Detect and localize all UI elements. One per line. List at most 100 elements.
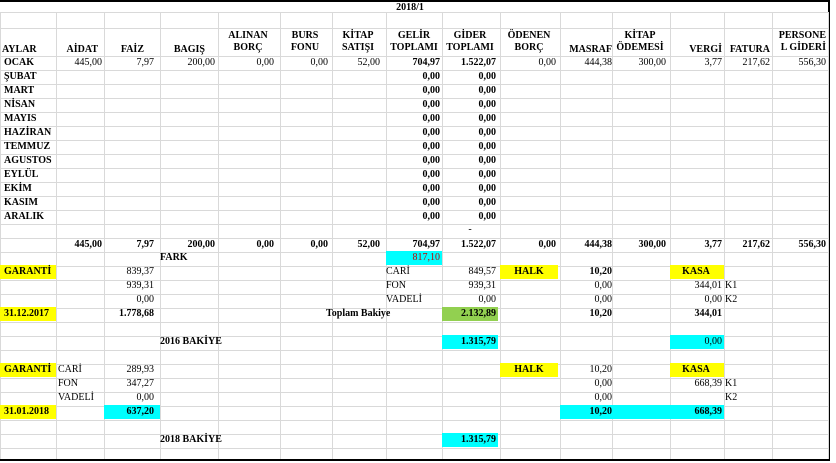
header-faiz: FAİZ	[120, 44, 144, 55]
month-name: KASIM	[4, 197, 38, 208]
month-cell-faiz: 7,97	[136, 57, 155, 68]
header-gelir-1: GELİR	[397, 30, 431, 41]
account-fon-1: FON	[386, 280, 407, 291]
month-cell-kitap_odeme: 300,00	[638, 57, 667, 68]
halk-label-1: HALK	[514, 266, 544, 277]
total-faiz: 7,97	[136, 239, 155, 250]
month-cell-gider: 0,00	[478, 127, 497, 138]
header-alinan-2: BORÇ	[233, 42, 263, 53]
total-personel: 556,30	[798, 239, 827, 250]
date-label-2: 31.01.2018	[4, 406, 49, 417]
month-cell-gider: 0,00	[478, 71, 497, 82]
kasa-bakiye-value: 0,00	[704, 336, 723, 347]
total-odenen: 0,00	[538, 239, 557, 250]
account-cari-2: CARİ	[58, 364, 82, 375]
month-cell-gelir: 0,00	[422, 169, 441, 180]
month-cell-odenen: 0,00	[538, 57, 557, 68]
k2-label-1: K2	[725, 294, 738, 305]
halk-value-2b: 0,00	[594, 378, 613, 389]
header-odenen-1: ÖDENEN	[507, 30, 551, 41]
header-aidat: AİDAT	[66, 44, 98, 55]
month-cell-gelir: 0,00	[422, 85, 441, 96]
bakiye-2018-value: 1.315,79	[461, 434, 496, 445]
month-cell-gelir: 0,00	[422, 141, 441, 152]
header-burs-2: FONU	[290, 42, 320, 53]
header-alinan-1: ALINAN	[228, 30, 268, 41]
garanti-cari-1: 839,37	[126, 266, 155, 277]
date-label-1: 31.12.2017	[4, 308, 49, 319]
header-vergi: VERGİ	[689, 44, 722, 55]
header-burs-1: BURS	[291, 30, 319, 41]
month-cell-bagis: 200,00	[187, 57, 216, 68]
grid-hline	[0, 224, 828, 225]
month-cell-personel: 556,30	[798, 57, 827, 68]
month-cell-gelir: 0,00	[422, 71, 441, 82]
month-name: NİSAN	[4, 99, 36, 110]
sheet-bottom-border	[0, 459, 830, 461]
month-cell-gider: 0,00	[478, 169, 497, 180]
account-cari-1: CARİ	[386, 266, 410, 277]
acc-value-fon-1: 939,31	[468, 280, 497, 291]
total-kitap: 52,00	[357, 239, 381, 250]
bakiye-2016-value: 1.315,79	[461, 336, 496, 347]
month-name: EYLÜL	[4, 169, 39, 180]
header-bagis: BAGIŞ	[173, 44, 205, 55]
kasa-k2-1: 0,00	[704, 294, 723, 305]
header-personel-1: PERSONE	[778, 30, 826, 41]
month-cell-alinan: 0,00	[256, 57, 275, 68]
month-cell-gelir: 0,00	[422, 197, 441, 208]
halk-label-2: HALK	[514, 364, 544, 375]
k2-label-2: K2	[725, 392, 738, 403]
month-cell-gider: 0,00	[478, 155, 497, 166]
kasa-total-1: 344,01	[694, 308, 723, 319]
month-cell-gider: 0,00	[478, 99, 497, 110]
month-cell-vergi: 3,77	[704, 57, 723, 68]
month-cell-masraf: 444,38	[584, 57, 613, 68]
month-cell-burs: 0,00	[310, 57, 329, 68]
month-name: MAYIS	[4, 113, 37, 124]
toplam-bakiye-label: Toplam Bakiye	[326, 308, 391, 319]
acc-value-vadeli-1: 0,00	[478, 294, 497, 305]
month-cell-gelir: 704,97	[412, 57, 441, 68]
account-vadeli-1: VADELİ	[386, 294, 422, 305]
month-cell-gider: 1.522,07	[461, 57, 496, 68]
header-fatura: FATURA	[729, 44, 770, 55]
garanti-total-1: 1.778,68	[119, 308, 154, 319]
fark-label: FARK	[160, 252, 188, 263]
garanti-fon-1: 939,31	[126, 280, 155, 291]
bakiye-2018-label: 2018 BAKİYE	[160, 434, 222, 445]
acc-value-cari-1: 849,57	[468, 266, 497, 277]
header-gider-2: TOPLAMI	[446, 42, 494, 53]
halk-total-2: 10,20	[589, 406, 613, 417]
kasa-k1-1: 344,01	[694, 280, 723, 291]
bakiye-2016-label: 2016 BAKİYE	[160, 336, 222, 347]
month-cell-aidat: 445,00	[74, 57, 103, 68]
total-gelir: 704,97	[412, 239, 441, 250]
kasa-label-1: KASA	[682, 266, 710, 277]
garanti-total-2: 637,20	[126, 406, 155, 417]
month-cell-gider: 0,00	[478, 113, 497, 124]
grid-hline	[0, 420, 828, 421]
month-cell-gelir: 0,00	[422, 113, 441, 124]
account-fon-2: FON	[58, 378, 79, 389]
fark-value: 817,10	[412, 252, 441, 263]
total-burs: 0,00	[310, 239, 329, 250]
month-cell-kitap: 52,00	[357, 57, 381, 68]
month-cell-fatura: 217,62	[742, 57, 771, 68]
garanti-label-2: GARANTİ	[4, 364, 52, 375]
total-gider: 1.522,07	[461, 239, 496, 250]
total-aidat: 445,00	[74, 239, 103, 250]
acc-value-vadeli-2: 0,00	[136, 392, 155, 403]
header-kitap-2: SATIŞI	[341, 42, 375, 53]
month-cell-gelir: 0,00	[422, 127, 441, 138]
k1-label-1: K1	[725, 280, 738, 291]
kasa-label-2: KASA	[682, 364, 710, 375]
month-cell-gelir: 0,00	[422, 211, 441, 222]
header-gelir-2: TOPLAMI	[390, 42, 438, 53]
month-cell-gider: 0,00	[478, 85, 497, 96]
grid-vline	[828, 12, 829, 459]
header-aylar: AYLAR	[2, 44, 37, 55]
header-kitap-odeme-1: KİTAP	[624, 30, 656, 41]
toplam-bakiye-value: 2.132,89	[461, 308, 496, 319]
month-cell-gider: 0,00	[478, 211, 497, 222]
